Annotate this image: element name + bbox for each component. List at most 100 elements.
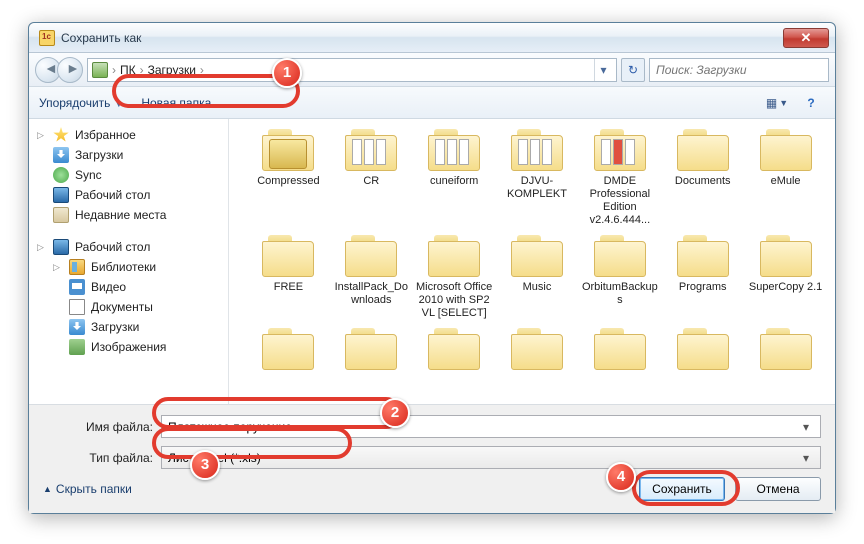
refresh-button[interactable]: ↻ — [621, 58, 645, 82]
save-as-dialog: Сохранить как ✕ ◄ ► › ПК › Загрузки › ▾ … — [28, 22, 836, 514]
sidebar-recent[interactable]: Недавние места — [33, 205, 224, 225]
folder-icon — [428, 328, 480, 370]
folder-icon — [677, 129, 729, 171]
folder-item[interactable] — [415, 328, 494, 374]
view-options-button[interactable]: ▦▼ — [763, 92, 791, 114]
folder-item[interactable]: eMule — [746, 129, 825, 227]
folder-item[interactable] — [332, 328, 411, 374]
sidebar-downloads2[interactable]: Загрузки — [33, 317, 224, 337]
folder-item[interactable] — [663, 328, 742, 374]
folder-icon — [345, 328, 397, 370]
folder-icon — [594, 328, 646, 370]
location-icon — [92, 62, 108, 78]
folder-item[interactable]: DJVU-KOMPLEKT — [498, 129, 577, 227]
breadcrumb-dropdown[interactable]: ▾ — [594, 59, 612, 81]
document-icon — [69, 299, 85, 315]
folder-item[interactable]: Microsoft Office 2010 with SP2 VL [SELEC… — [415, 235, 494, 320]
annotation-bubble-4: 4 — [606, 462, 636, 492]
folder-label: DJVU-KOMPLEKT — [498, 175, 577, 201]
new-folder-button[interactable]: Новая папка — [141, 96, 211, 110]
folder-item[interactable] — [580, 328, 659, 374]
folder-item[interactable]: SuperCopy 2.1 — [746, 235, 825, 320]
annotation-bubble-1: 1 — [272, 58, 302, 88]
sidebar-images[interactable]: Изображения — [33, 337, 224, 357]
library-icon — [69, 259, 85, 275]
annotation-bubble-2: 2 — [380, 398, 410, 428]
folder-item[interactable]: cuneiform — [415, 129, 494, 227]
folder-item[interactable] — [249, 328, 328, 374]
help-button[interactable]: ? — [797, 92, 825, 114]
folder-icon — [511, 328, 563, 370]
filetype-select[interactable]: Лист Excel (*.xls) ▾ — [161, 446, 821, 469]
save-button[interactable]: Сохранить — [639, 477, 725, 501]
folder-item[interactable]: InstallPack_Downloads — [332, 235, 411, 320]
toolbar: Упорядочить▼ Новая папка ▦▼ ? — [29, 87, 835, 119]
folder-item[interactable]: Documents — [663, 129, 742, 227]
folder-label: SuperCopy 2.1 — [746, 281, 825, 294]
folder-item[interactable]: CR — [332, 129, 411, 227]
nav-forward-button[interactable]: ► — [57, 57, 83, 83]
folder-item[interactable]: Programs — [663, 235, 742, 320]
sidebar-desktop[interactable]: Рабочий стол — [33, 185, 224, 205]
folder-icon — [594, 129, 646, 171]
folder-item[interactable]: Compressed — [249, 129, 328, 227]
chevron-down-icon[interactable]: ▾ — [798, 420, 814, 434]
app-icon — [39, 30, 55, 46]
folder-item[interactable]: Music — [498, 235, 577, 320]
sidebar-documents[interactable]: Документы — [33, 297, 224, 317]
folder-item[interactable]: FREE — [249, 235, 328, 320]
sync-icon — [53, 167, 69, 183]
sidebar-favorites[interactable]: ▷Избранное — [33, 125, 224, 145]
download-icon — [69, 319, 85, 335]
folder-label: Music — [498, 281, 577, 294]
filetype-label: Тип файла: — [43, 451, 153, 465]
search-input[interactable] — [649, 58, 829, 82]
folder-label: DMDE Professional Edition v2.4.6.444... — [580, 175, 659, 227]
titlebar: Сохранить как ✕ — [29, 23, 835, 53]
folder-icon — [760, 235, 812, 277]
sidebar-desktop-root[interactable]: ▷Рабочий стол — [33, 237, 224, 257]
folder-label: FREE — [249, 281, 328, 294]
annotation-bubble-3: 3 — [190, 450, 220, 480]
sidebar-libraries[interactable]: ▷Библиотеки — [33, 257, 224, 277]
chevron-down-icon[interactable]: ▾ — [798, 451, 814, 465]
video-icon — [69, 279, 85, 295]
bottom-panel: Имя файла: Платежное поручение ▾ Тип фай… — [29, 404, 835, 513]
breadcrumb-folder[interactable]: Загрузки — [148, 63, 196, 77]
folder-label: Documents — [663, 175, 742, 188]
folder-icon — [345, 129, 397, 171]
folder-label: InstallPack_Downloads — [332, 281, 411, 307]
sidebar-sync[interactable]: Sync — [33, 165, 224, 185]
folder-item[interactable] — [498, 328, 577, 374]
folder-icon — [262, 328, 314, 370]
folder-icon — [428, 235, 480, 277]
close-button[interactable]: ✕ — [783, 28, 829, 48]
sidebar-downloads[interactable]: Загрузки — [33, 145, 224, 165]
folder-icon — [677, 328, 729, 370]
folder-icon — [262, 129, 314, 171]
folder-label: Programs — [663, 281, 742, 294]
nav-bar: ◄ ► › ПК › Загрузки › ▾ ↻ — [29, 53, 835, 87]
cancel-button[interactable]: Отмена — [735, 477, 821, 501]
image-icon — [69, 339, 85, 355]
folder-item[interactable]: OrbitumBackups — [580, 235, 659, 320]
organize-menu[interactable]: Упорядочить▼ — [39, 96, 123, 110]
sidebar-videos[interactable]: Видео — [33, 277, 224, 297]
folder-icon — [262, 235, 314, 277]
star-icon — [53, 127, 69, 143]
filename-label: Имя файла: — [43, 420, 153, 434]
folder-item[interactable]: DMDE Professional Edition v2.4.6.444... — [580, 129, 659, 227]
folder-label: CR — [332, 175, 411, 188]
breadcrumb[interactable]: › ПК › Загрузки › ▾ — [87, 58, 617, 82]
folder-label: OrbitumBackups — [580, 281, 659, 307]
folder-label: cuneiform — [415, 175, 494, 188]
file-pane[interactable]: Compressed CR cuneiform DJVU-KOMPLEKTDMDE P… — [229, 119, 835, 404]
breadcrumb-root[interactable]: ПК — [120, 63, 136, 77]
sidebar: ▷Избранное Загрузки Sync Рабочий стол Не… — [29, 119, 229, 404]
desktop-icon — [53, 239, 69, 255]
hide-folders-link[interactable]: ▲Скрыть папки — [43, 482, 132, 496]
folder-item[interactable] — [746, 328, 825, 374]
folder-icon — [760, 129, 812, 171]
filename-input[interactable]: Платежное поручение ▾ — [161, 415, 821, 438]
folder-label: Microsoft Office 2010 with SP2 VL [SELEC… — [415, 281, 494, 320]
